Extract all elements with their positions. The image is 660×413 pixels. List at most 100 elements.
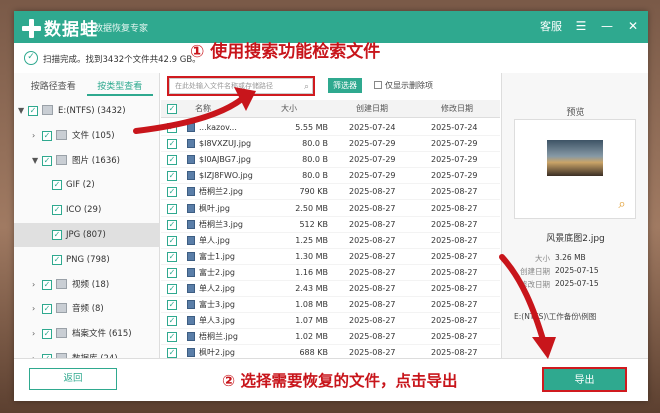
- expand-icon[interactable]: ›: [32, 322, 35, 346]
- row-checkbox[interactable]: ✓: [167, 348, 177, 359]
- table-row[interactable]: ✓ 梧桐兰2.jpg 790 KB 2025-08-27 2025-08-27: [161, 183, 500, 201]
- image-icon: [56, 154, 67, 165]
- row-checkbox[interactable]: ✓: [167, 187, 177, 198]
- image-file-icon: [187, 332, 195, 342]
- minimize-icon[interactable]: —: [600, 19, 614, 33]
- tree-checkbox[interactable]: ✓: [52, 205, 62, 216]
- tree-item[interactable]: ✓ PNG (798): [14, 248, 160, 272]
- table-row[interactable]: ✓ 单人.jpg 1.25 MB 2025-08-27 2025-08-27: [161, 232, 500, 249]
- back-button[interactable]: 返回: [29, 368, 117, 390]
- tree-checkbox[interactable]: ✓: [42, 304, 52, 315]
- collapse-icon[interactable]: ▼: [32, 149, 38, 173]
- modified-date-cell: 2025-08-27: [431, 251, 478, 261]
- file-list-panel: 在此处输入文件名称或存储路径 ⌕ 筛选器 仅显示删除项 ▦ ☰ ▥ ✓ 名称 大…: [161, 73, 627, 362]
- customer-service-link[interactable]: 客服: [540, 18, 562, 34]
- file-name-cell: ...kazov...: [199, 123, 237, 132]
- tree-checkbox[interactable]: ✓: [42, 130, 52, 141]
- image-file-icon: [187, 171, 195, 181]
- tree-checkbox[interactable]: ✓: [28, 106, 38, 116]
- column-modified[interactable]: 修改日期: [441, 100, 473, 118]
- menu-icon[interactable]: ☰: [574, 19, 588, 33]
- file-size-cell: 1.16 MB: [295, 267, 328, 277]
- table-row[interactable]: ✓ 梧桐兰.jpg 1.02 MB 2025-08-27 2025-08-27: [161, 328, 500, 346]
- deleted-only-option[interactable]: 仅显示删除项: [374, 80, 433, 91]
- tree-item[interactable]: ✓ ICO (29): [14, 198, 160, 222]
- column-size[interactable]: 大小: [281, 100, 297, 118]
- expand-icon[interactable]: ›: [32, 124, 35, 148]
- modified-date-cell: 2025-08-27: [431, 203, 478, 213]
- info-value: 2025-07-15: [555, 279, 599, 288]
- tree-item[interactable]: ✓ GIF (2): [14, 173, 160, 197]
- table-row[interactable]: ✓ 富士1.jpg 1.30 MB 2025-08-27 2025-08-27: [161, 248, 500, 265]
- collapse-icon[interactable]: ▼: [18, 99, 24, 123]
- tab-by-type[interactable]: 按类型查看: [86, 78, 153, 96]
- table-row[interactable]: ✓ 富士3.jpg 1.08 MB 2025-08-27 2025-08-27: [161, 296, 500, 314]
- row-checkbox[interactable]: ✓: [167, 300, 177, 311]
- file-size-cell: 1.02 MB: [295, 332, 328, 342]
- tree-item[interactable]: › ✓ 视频 (18): [14, 273, 160, 297]
- tree-item[interactable]: ▼ ✓ 图片 (1636): [14, 149, 160, 173]
- table-row[interactable]: ✓ 梧桐兰3.jpg 512 KB 2025-08-27 2025-08-27: [161, 216, 500, 233]
- file-size-cell: 512 KB: [299, 219, 328, 229]
- expand-icon[interactable]: ›: [32, 273, 35, 297]
- column-name[interactable]: 名称: [195, 100, 211, 118]
- column-created[interactable]: 创建日期: [356, 100, 388, 118]
- row-checkbox[interactable]: ✓: [167, 171, 177, 182]
- table-row[interactable]: ✓ $I0AJBG7.jpg 80.0 B 2025-07-29 2025-07-29: [161, 151, 500, 169]
- tree-checkbox[interactable]: ✓: [52, 180, 62, 191]
- table-row[interactable]: ✓ 枫叶.jpg 2.50 MB 2025-08-27 2025-08-27: [161, 200, 500, 217]
- info-key: 创建日期: [520, 267, 550, 276]
- expand-icon[interactable]: ›: [32, 297, 35, 321]
- row-checkbox[interactable]: ✓: [167, 267, 177, 278]
- app-subtitle: 数据恢复专家: [94, 24, 149, 34]
- tree-item[interactable]: › ✓ 档案文件 (615): [14, 322, 160, 346]
- row-checkbox[interactable]: ✓: [167, 155, 177, 166]
- info-value: 2025-07-15: [555, 266, 599, 275]
- row-checkbox[interactable]: ✓: [167, 332, 177, 343]
- drive-icon: [42, 105, 53, 115]
- table-row[interactable]: ✓ 单人2.jpg 2.43 MB 2025-08-27 2025-08-27: [161, 280, 500, 297]
- tree-checkbox[interactable]: ✓: [42, 279, 52, 290]
- tree-checkbox[interactable]: ✓: [52, 230, 62, 240]
- table-row[interactable]: ✓ $IZJ8FWO.jpg 80.0 B 2025-07-29 2025-07-29: [161, 167, 500, 185]
- table-row[interactable]: ✓ $I8VXZUJ.jpg 80.0 B 2025-07-29 2025-07-29: [161, 135, 500, 153]
- file-name-cell: 富士2.jpg: [199, 267, 236, 277]
- select-all-checkbox[interactable]: ✓: [167, 104, 177, 114]
- table-row[interactable]: ✓ 富士2.jpg 1.16 MB 2025-08-27 2025-08-27: [161, 264, 500, 281]
- modified-date-cell: 2025-08-27: [431, 187, 478, 197]
- app-logo: 数据蛙: [22, 15, 98, 40]
- tree-item-label: ICO (29): [66, 205, 102, 216]
- tree-item-label: JPG (807): [66, 230, 106, 240]
- row-checkbox[interactable]: ✓: [167, 251, 177, 262]
- file-name-cell: 单人2.jpg: [199, 284, 236, 293]
- tree-checkbox[interactable]: ✓: [52, 254, 62, 265]
- row-checkbox[interactable]: ✓: [167, 219, 177, 230]
- row-checkbox[interactable]: ✓: [167, 316, 177, 327]
- row-checkbox[interactable]: ✓: [167, 203, 177, 214]
- file-size-cell: 2.50 MB: [295, 203, 328, 213]
- tree-checkbox[interactable]: ✓: [42, 329, 52, 340]
- deleted-only-checkbox[interactable]: [374, 81, 382, 89]
- created-date-cell: 2025-08-27: [349, 300, 396, 310]
- file-name-cell: 梧桐兰.jpg: [199, 332, 238, 342]
- info-key: 修改日期: [520, 280, 550, 289]
- preview-path: E:(NTFS)\工作备份\例图: [514, 312, 597, 321]
- tree-item[interactable]: ✓ JPG (807): [14, 223, 160, 247]
- tab-by-path[interactable]: 按路径查看: [20, 78, 87, 96]
- table-row[interactable]: ✓ ...kazov... 5.55 MB 2025-07-24 2025-07-24: [161, 119, 500, 136]
- filter-button[interactable]: 筛选器: [328, 78, 362, 93]
- tree-item[interactable]: › ✓ 音频 (8): [14, 297, 160, 321]
- tree-checkbox[interactable]: ✓: [42, 155, 52, 166]
- modified-date-cell: 2025-08-27: [431, 300, 478, 310]
- export-button[interactable]: 导出: [542, 367, 627, 392]
- row-checkbox[interactable]: ✓: [167, 123, 177, 133]
- table-row[interactable]: ✓ 单人3.jpg 1.07 MB 2025-08-27 2025-08-27: [161, 312, 500, 330]
- row-checkbox[interactable]: ✓: [167, 235, 177, 246]
- row-checkbox[interactable]: ✓: [167, 284, 177, 294]
- tree-item[interactable]: › ✓ 文件 (105): [14, 124, 160, 148]
- zoom-icon[interactable]: ⌕: [615, 198, 629, 212]
- row-checkbox[interactable]: ✓: [167, 139, 177, 150]
- tree-item[interactable]: ▼ ✓ E:(NTFS) (3432): [14, 99, 160, 123]
- tree-item-label: 文件 (105): [72, 130, 115, 141]
- close-icon[interactable]: ✕: [626, 19, 640, 33]
